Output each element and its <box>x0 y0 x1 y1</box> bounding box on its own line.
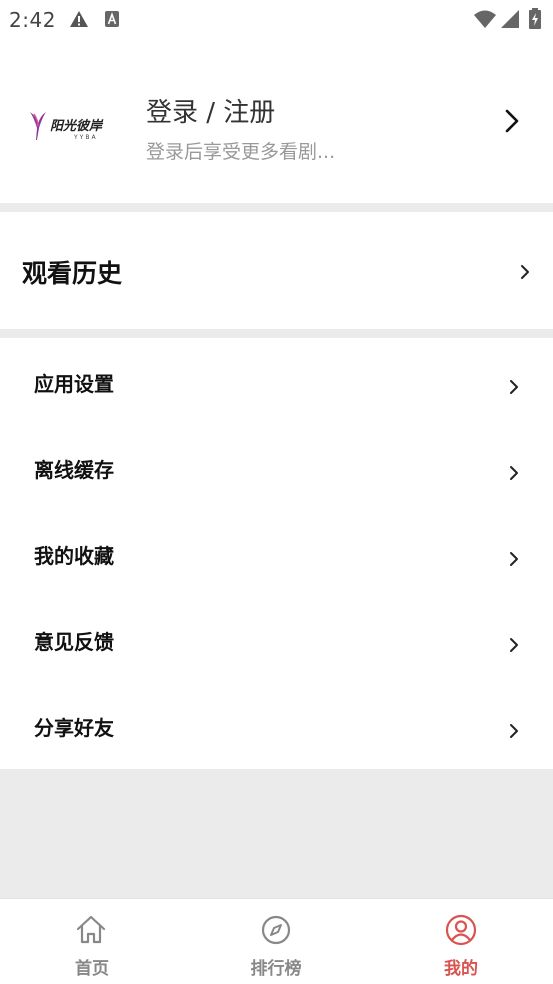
status-time: 2:42 <box>9 8 56 32</box>
chevron-right-icon <box>509 551 519 571</box>
login-title[interactable]: 登录 / 注册 <box>146 92 275 129</box>
chevron-right-icon <box>509 379 519 399</box>
menu-item-favorites[interactable]: 我的收藏 <box>0 510 553 596</box>
watch-history-row[interactable]: 观看历史 <box>0 212 553 329</box>
menu-item-offline-cache[interactable]: 离线缓存 <box>0 424 553 510</box>
tab-ranking[interactable]: 排行榜 <box>184 899 368 984</box>
menu-item-share[interactable]: 分享好友 <box>0 682 553 768</box>
login-subtitle: 登录后享受更多看剧... <box>146 141 336 163</box>
compass-icon <box>260 914 292 950</box>
alert-icon <box>69 10 89 32</box>
battery-icon <box>528 8 542 34</box>
tab-home[interactable]: 首页 <box>0 899 184 984</box>
chevron-right-icon[interactable] <box>520 264 530 284</box>
signal-icon <box>500 9 520 33</box>
chevron-right-icon <box>509 465 519 485</box>
tab-mine-label: 我的 <box>444 959 478 979</box>
status-bar: 2:42 <box>0 0 553 40</box>
chevron-right-icon <box>509 723 519 743</box>
menu-item-feedback[interactable]: 意见反馈 <box>0 596 553 682</box>
menu-item-label: 分享好友 <box>34 716 114 740</box>
tab-mine[interactable]: 我的 <box>369 899 553 984</box>
chevron-right-icon <box>509 637 519 657</box>
profile-icon <box>445 914 477 950</box>
chevron-right-icon[interactable] <box>505 109 519 137</box>
tab-home-label: 首页 <box>75 959 109 979</box>
menu-item-label: 应用设置 <box>34 372 114 396</box>
bottom-tab-bar: 首页 排行榜 我的 <box>0 898 553 984</box>
settings-menu: 应用设置 离线缓存 我的收藏 意见反馈 分享好友 <box>0 338 553 769</box>
app-logo: 阳光彼岸 YYBA <box>28 110 124 142</box>
login-card[interactable]: 阳光彼岸 YYBA 登录 / 注册 登录后享受更多看剧... <box>0 40 553 203</box>
svg-text:YYBA: YYBA <box>73 134 98 141</box>
menu-item-label: 离线缓存 <box>34 458 114 482</box>
tab-ranking-label: 排行榜 <box>250 959 302 979</box>
home-icon <box>75 914 107 950</box>
wifi-icon <box>473 9 497 33</box>
svg-text:阳光彼岸: 阳光彼岸 <box>50 118 104 134</box>
notification-a-icon <box>104 10 120 32</box>
menu-item-app-settings[interactable]: 应用设置 <box>0 338 553 424</box>
watch-history-title: 观看历史 <box>22 259 123 288</box>
menu-item-label: 我的收藏 <box>34 544 114 568</box>
menu-item-label: 意见反馈 <box>34 630 114 654</box>
